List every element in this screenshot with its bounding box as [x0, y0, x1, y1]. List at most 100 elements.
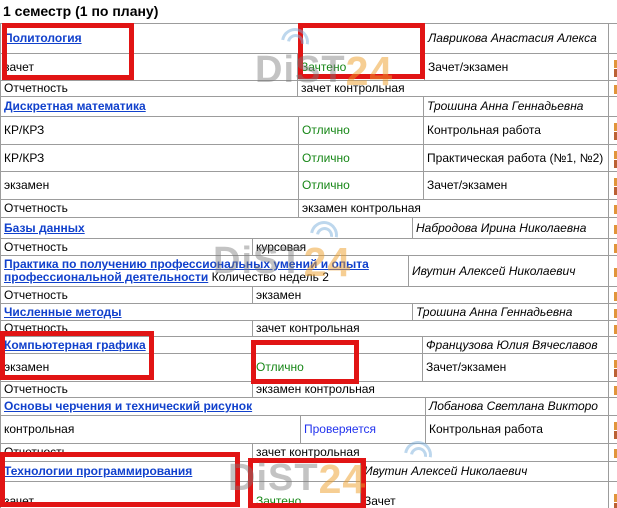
report-row: Отчетность экзамен контрольная — [1, 200, 617, 218]
report-row: Отчетность зачет контрольная — [1, 81, 617, 97]
report-label: Отчетность — [1, 200, 299, 218]
edge-clipped-cell — [609, 97, 617, 117]
grade-row: экзамен Отлично Зачет/экзамен — [1, 172, 617, 200]
assessment-type: контрольная — [1, 416, 301, 444]
grade-value: Зачтено — [298, 54, 425, 81]
grade-row: зачет Зачтено Зачет — [1, 482, 617, 508]
grade-value: Отлично — [299, 117, 424, 145]
edge-clipped-cell — [609, 256, 617, 287]
teacher-name: Французова Юлия Вячеславов — [423, 337, 609, 354]
report-label: Отчетность — [1, 287, 253, 304]
subject-row: Компьютерная графика Французова Юлия Вяч… — [1, 337, 617, 354]
subject-link[interactable]: Основы черчения и технический рисунок — [4, 399, 252, 413]
edge-clipped-cell — [609, 172, 617, 200]
report-row: Отчетность зачет контрольная — [1, 321, 617, 337]
report-row: Отчетность экзамен контрольная — [1, 382, 617, 398]
report-value: курсовая — [253, 239, 609, 256]
edge-clipped-cell — [609, 354, 617, 382]
gradebook-semester-page: 1 семестр (1 по плану) Политология Лаври… — [0, 0, 617, 508]
subject-block: Технологии программирования Ивутин Алекс… — [0, 461, 617, 508]
subject-link[interactable]: Компьютерная графика — [4, 338, 146, 352]
edge-clipped-cell — [609, 24, 617, 54]
work-type: Зачет/экзамен — [423, 354, 609, 382]
edge-clipped-cell — [609, 200, 617, 218]
edge-clipped-cell — [609, 444, 617, 462]
subject-block: Основы черчения и технический рисунок Ло… — [0, 397, 617, 462]
grade-row: контрольная Проверяется Контрольная рабо… — [1, 416, 617, 444]
report-value: зачет контрольная — [253, 444, 609, 462]
edge-clipped-cell — [609, 337, 617, 354]
edge-clipped-cell — [609, 54, 617, 81]
subject-row: Численные методы Трошина Анна Геннадьевн… — [1, 304, 617, 321]
work-type: Зачет/экзамен — [425, 54, 609, 81]
report-value: экзамен — [253, 287, 609, 304]
report-label: Отчетность — [1, 321, 253, 337]
subject-row: Дискретная математика Трошина Анна Генна… — [1, 97, 617, 117]
teacher-name: Ивутин Алексей Николаевич — [409, 256, 609, 287]
semester-title: 1 семестр (1 по плану) — [0, 0, 617, 23]
edge-clipped-cell — [609, 239, 617, 256]
subject-note: Количество недель 2 — [212, 270, 329, 284]
edge-clipped-cell — [609, 321, 617, 337]
grade-value: Проверяется — [301, 416, 426, 444]
assessment-type: КР/КРЗ — [1, 117, 299, 145]
report-label: Отчетность — [1, 444, 253, 462]
grade-row: КР/КРЗ Отлично Контрольная работа — [1, 117, 617, 145]
edge-clipped-cell — [609, 304, 617, 321]
edge-clipped-cell — [609, 398, 617, 416]
edge-clipped-cell — [609, 382, 617, 398]
work-type: Контрольная работа — [424, 117, 609, 145]
teacher-name: Набродова Ирина Николаевна — [413, 218, 609, 239]
work-type: Зачет/экзамен — [424, 172, 609, 200]
subject-link[interactable]: Политология — [4, 31, 82, 45]
edge-clipped-cell — [609, 145, 617, 172]
report-value: зачет контрольная — [253, 321, 609, 337]
report-row: Отчетность курсовая — [1, 239, 617, 256]
assessment-type: зачет — [1, 54, 298, 81]
subject-link[interactable]: Технологии программирования — [4, 464, 192, 478]
subject-block: Практика по получению профессиональных у… — [0, 255, 617, 304]
edge-clipped-cell — [609, 117, 617, 145]
subject-row: Базы данных Набродова Ирина Николаевна — [1, 218, 617, 239]
grade-row: КР/КРЗ Отлично Практическая работа (№1, … — [1, 145, 617, 172]
subject-row: Практика по получению профессиональных у… — [1, 256, 617, 287]
teacher-name: Лобанова Светлана Викторо — [426, 398, 609, 416]
teacher-name: Трошина Анна Геннадьевна — [424, 97, 609, 117]
subject-block: Дискретная математика Трошина Анна Генна… — [0, 96, 617, 218]
report-row: Отчетность зачет контрольная — [1, 444, 617, 462]
teacher-name: Лаврикова Анастасия Алекса — [425, 24, 609, 54]
work-type: Практическая работа (№1, №2) — [424, 145, 609, 172]
subject-link[interactable]: Базы данных — [4, 221, 85, 235]
subject-block: Базы данных Набродова Ирина Николаевна О… — [0, 217, 617, 256]
subject-row: Технологии программирования Ивутин Алекс… — [1, 462, 617, 482]
edge-clipped-cell — [609, 416, 617, 444]
subject-block: Политология Лаврикова Анастасия Алекса з… — [0, 23, 617, 97]
report-value: зачет контрольная — [298, 81, 609, 97]
subject-block: Компьютерная графика Французова Юлия Вяч… — [0, 336, 617, 398]
teacher-name: Трошина Анна Геннадьевна — [413, 304, 609, 321]
report-value: экзамен контрольная — [253, 382, 609, 398]
subject-block: Численные методы Трошина Анна Геннадьевн… — [0, 303, 617, 337]
teacher-name: Ивутин Алексей Николаевич — [361, 462, 609, 482]
report-label: Отчетность — [1, 81, 298, 97]
edge-clipped-cell — [609, 218, 617, 239]
edge-clipped-cell — [609, 462, 617, 482]
grade-row: зачет Зачтено Зачет/экзамен — [1, 54, 617, 81]
grade-value: Отлично — [299, 145, 424, 172]
assessment-type: экзамен — [1, 172, 299, 200]
edge-clipped-cell — [609, 482, 617, 508]
report-label: Отчетность — [1, 382, 253, 398]
assessment-type: зачет — [1, 482, 253, 508]
subject-row: Основы черчения и технический рисунок Ло… — [1, 398, 617, 416]
report-row: Отчетность экзамен — [1, 287, 617, 304]
subject-link[interactable]: Численные методы — [4, 305, 122, 319]
work-type: Зачет — [361, 482, 609, 508]
grade-row: экзамен Отлично Зачет/экзамен — [1, 354, 617, 382]
subject-row: Политология Лаврикова Анастасия Алекса — [1, 24, 617, 54]
subject-link[interactable]: Дискретная математика — [4, 99, 146, 113]
assessment-type: КР/КРЗ — [1, 145, 299, 172]
assessment-type: экзамен — [1, 354, 253, 382]
edge-clipped-cell — [609, 81, 617, 97]
work-type: Контрольная работа — [426, 416, 609, 444]
grade-value: Отлично — [299, 172, 424, 200]
